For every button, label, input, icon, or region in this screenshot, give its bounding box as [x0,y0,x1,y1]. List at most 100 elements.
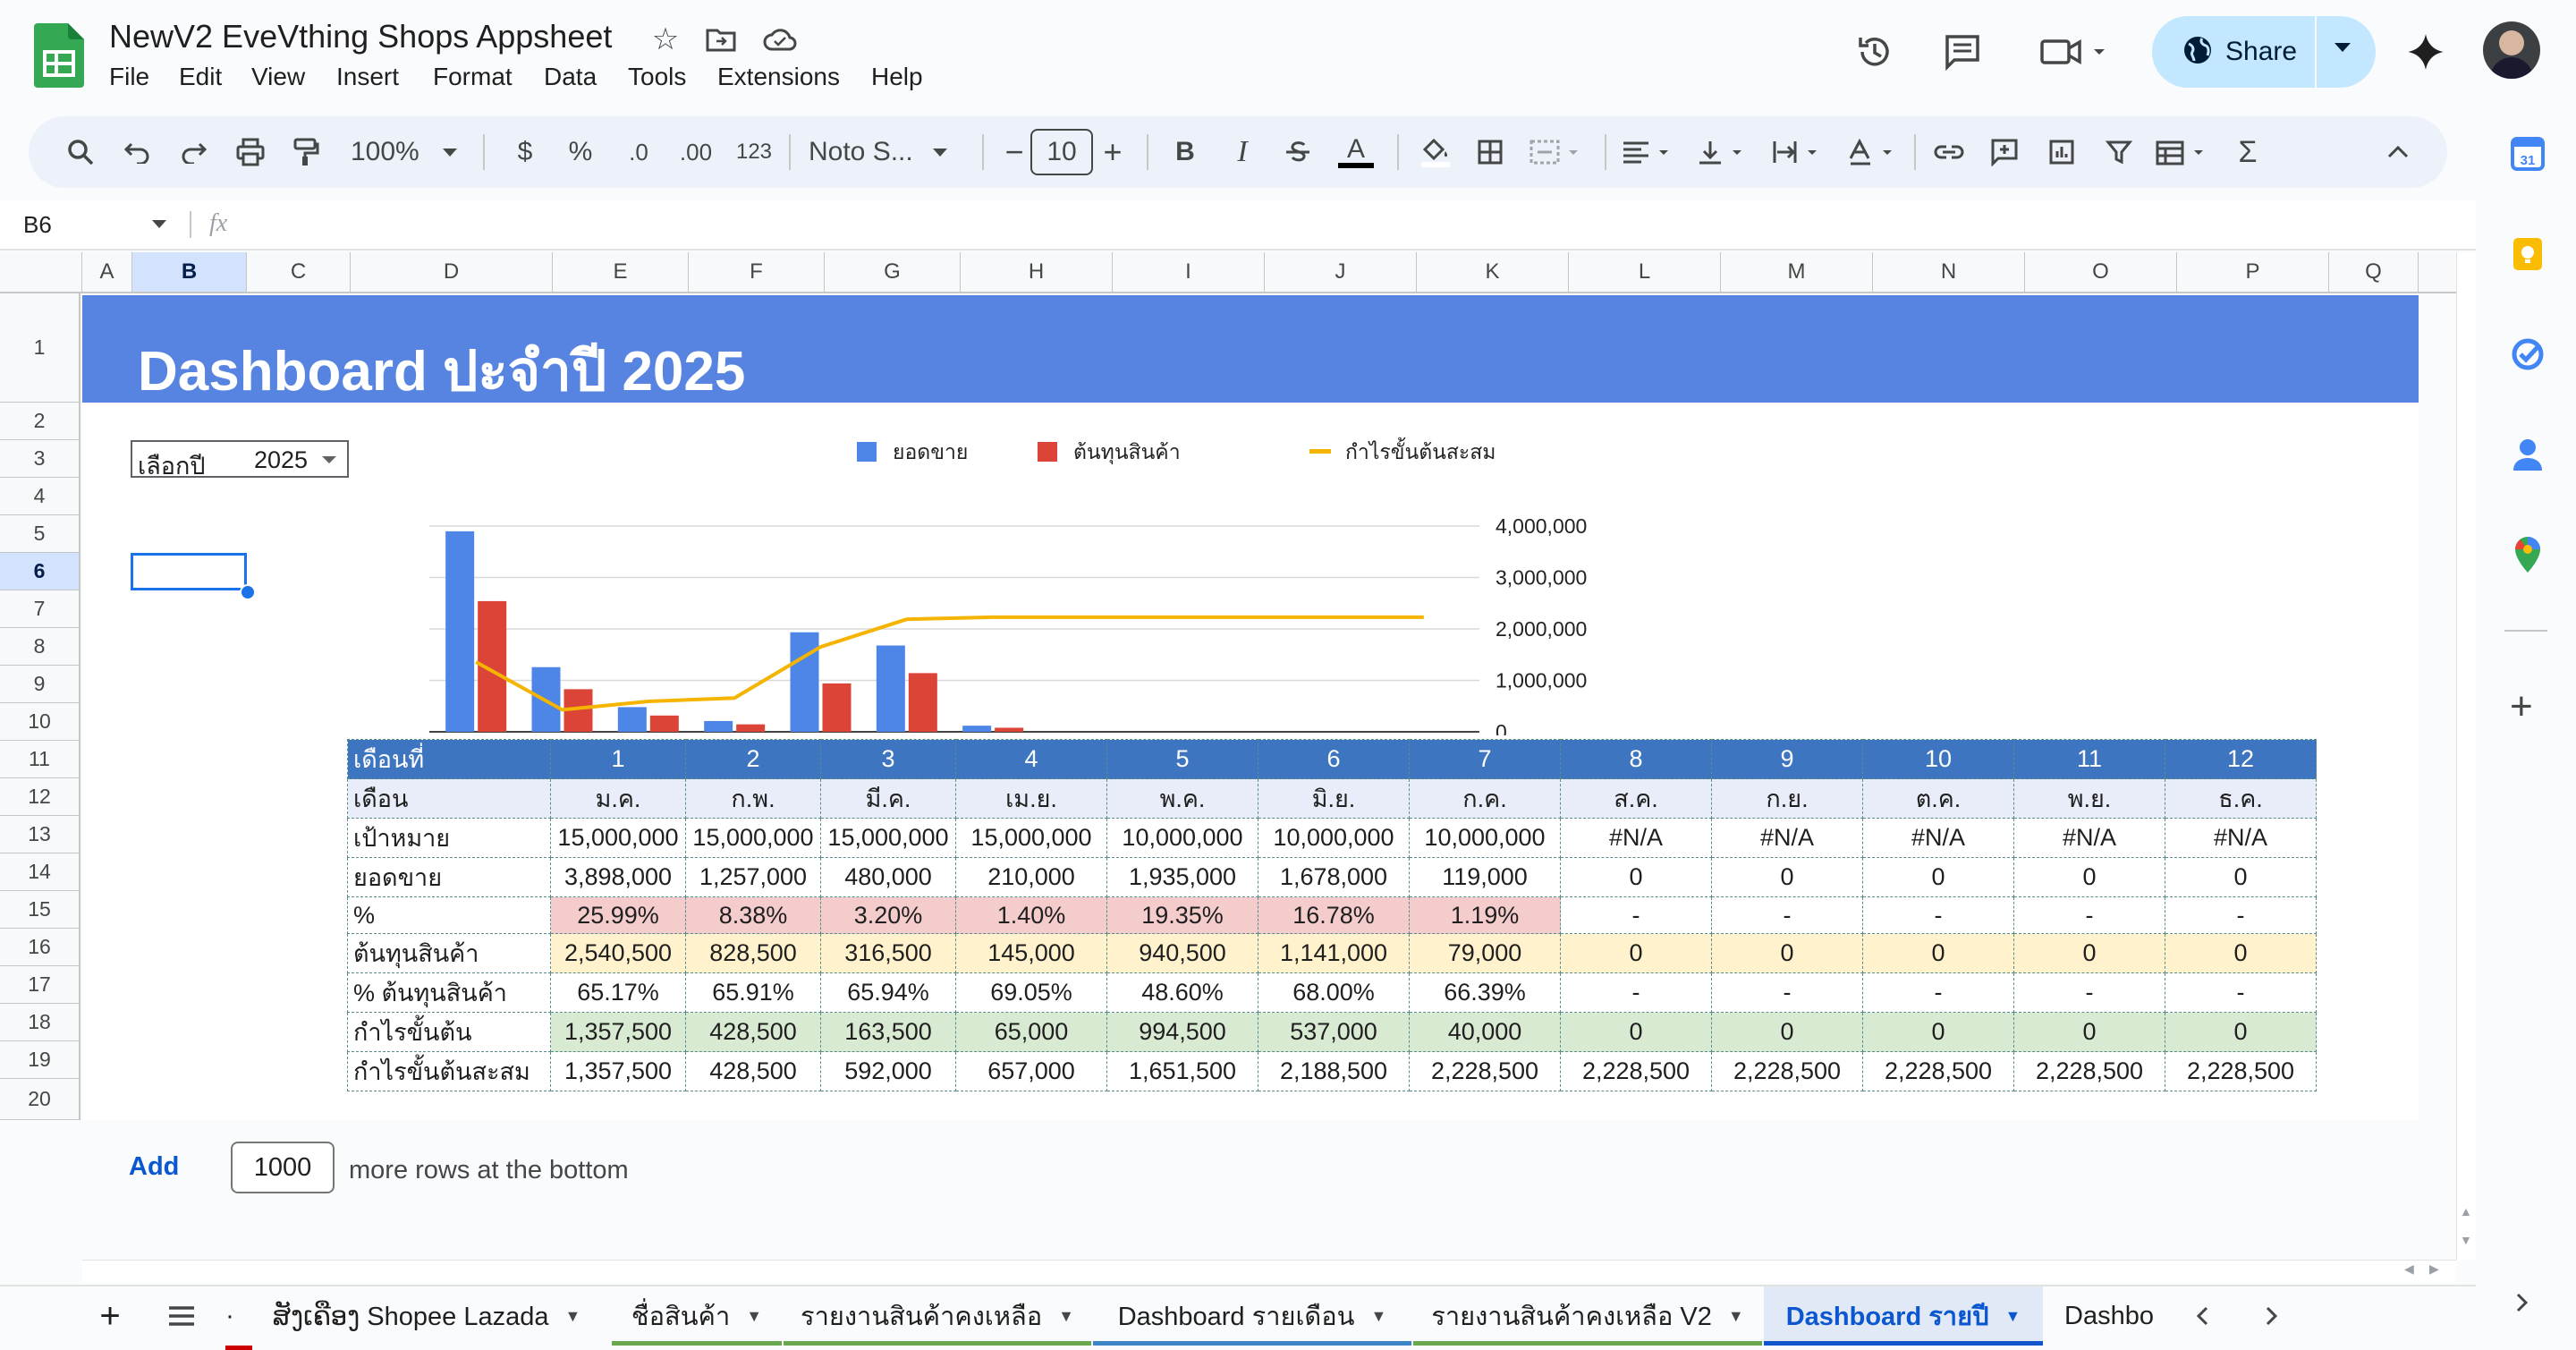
strikethrough-icon[interactable] [1277,116,1318,188]
row-header[interactable]: 5 [0,515,80,553]
share-button[interactable]: Share [2152,16,2376,88]
number-format-button[interactable]: 123 [730,116,778,188]
add-rows-count-input[interactable]: 1000 [231,1142,335,1193]
value-cell[interactable]: 3 [820,739,956,779]
share-dropdown-icon[interactable] [2334,43,2351,52]
column-header[interactable]: L [1569,252,1721,292]
paint-format-icon[interactable] [284,116,327,188]
tab-shopee-lazada[interactable]: ສັງເຄືອງ Shopee Lazada ▼ [252,1286,601,1346]
value-cell[interactable]: - [1560,896,1712,934]
tab-inventory-report[interactable]: รายงานสินค้าคงเหลือ ▼ [784,1286,1091,1346]
value-cell[interactable]: ก.พ. [685,778,821,819]
value-cell[interactable]: 2,540,500 [550,933,686,973]
combo-chart[interactable]: ยอดขาย ต้นทุนสินค้า กำไรขั้นต้นสะสม 4,000,… [340,420,1843,735]
value-cell[interactable]: 592,000 [820,1051,956,1091]
merge-cells-icon[interactable] [1521,116,1592,188]
column-header[interactable]: P [2177,252,2329,292]
value-cell[interactable]: 15,000,000 [955,818,1107,858]
get-addons-icon[interactable]: + [2510,687,2533,726]
increase-decimal-button[interactable]: .00 [669,116,723,188]
value-cell[interactable]: 0 [2013,933,2165,973]
borders-icon[interactable] [1469,116,1512,188]
insert-link-icon[interactable] [1927,116,1971,188]
row-header[interactable]: 16 [0,929,80,966]
value-cell[interactable]: ต.ค. [1862,778,2014,819]
calendar-icon[interactable]: 31 [2510,136,2546,176]
value-cell[interactable]: 537,000 [1258,1012,1410,1052]
value-cell[interactable]: 0 [2165,857,2317,897]
tab-product-names[interactable]: ชื่อสินค้า ▼ [612,1286,782,1346]
value-cell[interactable]: - [1711,972,1863,1013]
row-header[interactable]: 4 [0,478,80,515]
value-cell[interactable]: 2,228,500 [2165,1051,2317,1091]
row-header[interactable]: 19 [0,1041,80,1079]
scroll-right-icon[interactable]: ▶ [2429,1261,2439,1277]
font-size-input[interactable]: 10 [1030,129,1093,175]
column-header[interactable]: Q [2329,252,2419,292]
hide-menus-icon[interactable] [2376,116,2420,188]
row-header[interactable]: 9 [0,666,80,703]
row-header[interactable]: 1 [0,293,80,403]
value-cell[interactable]: เม.ย. [955,778,1107,819]
row-label-cell[interactable]: % ต้นทุนสินค้า [347,972,551,1013]
fill-handle[interactable] [240,584,256,600]
row-header[interactable]: 10 [0,703,80,741]
avatar[interactable] [2483,21,2540,79]
tab-dashboard-monthly[interactable]: Dashboard รายเดือน ▼ [1093,1286,1411,1346]
menu-edit[interactable]: Edit [179,63,222,91]
value-cell[interactable]: มิ.ย. [1258,778,1410,819]
print-icon[interactable] [229,116,272,188]
row-header[interactable]: 17 [0,966,80,1004]
value-cell[interactable]: 210,000 [955,857,1107,897]
percent-format-button[interactable]: % [558,116,603,188]
meet-icon[interactable] [2036,27,2116,77]
decrease-font-size-button[interactable]: − [996,116,1032,188]
scroll-left-icon[interactable]: ◀ [2404,1261,2414,1277]
tab-dashboard-yearly[interactable]: Dashboard รายปี ▼ [1764,1286,2043,1346]
font-select[interactable]: Noto S... [809,116,979,188]
tab-prev-fragment[interactable]: · [224,1286,236,1346]
hide-side-panel-icon[interactable] [2515,1292,2529,1318]
value-cell[interactable]: 428,500 [685,1051,821,1091]
value-cell[interactable]: พ.ย. [2013,778,2165,819]
column-header[interactable]: A [82,252,132,292]
row-header[interactable]: 15 [0,891,80,929]
value-cell[interactable]: 940,500 [1106,933,1258,973]
column-header[interactable]: K [1417,252,1569,292]
value-cell[interactable]: ก.ย. [1711,778,1863,819]
menu-view[interactable]: View [251,63,305,91]
text-color-button[interactable]: A [1333,116,1379,188]
value-cell[interactable]: 65.94% [820,972,956,1013]
row-label-cell[interactable]: ยอดขาย [347,857,551,897]
version-history-icon[interactable] [1850,27,1900,77]
comments-icon[interactable] [1937,27,1987,77]
name-box[interactable]: B6 [23,208,175,242]
value-cell[interactable]: 145,000 [955,933,1107,973]
value-cell[interactable]: 7 [1409,739,1561,779]
value-cell[interactable]: ธ.ค. [2165,778,2317,819]
value-cell[interactable]: 69.05% [955,972,1107,1013]
filter-icon[interactable] [2097,116,2141,188]
value-cell[interactable]: 48.60% [1106,972,1258,1013]
all-sheets-menu-icon[interactable] [161,1286,202,1346]
row-header[interactable]: 13 [0,816,80,853]
tabs-scroll-left-icon[interactable] [2182,1286,2222,1346]
gemini-icon[interactable] [2401,27,2451,77]
document-title[interactable]: NewV2 EveVthing Shops Appsheet [109,18,612,55]
row-label-cell[interactable]: ต้นทุนสินค้า [347,933,551,973]
contacts-icon[interactable] [2512,437,2544,477]
menu-format[interactable]: Format [433,63,513,91]
currency-format-button[interactable]: $ [503,116,547,188]
value-cell[interactable]: 79,000 [1409,933,1561,973]
menu-data[interactable]: Data [544,63,597,91]
value-cell[interactable]: 66.39% [1409,972,1561,1013]
menu-extensions[interactable]: Extensions [717,63,840,91]
value-cell[interactable]: 0 [2165,1012,2317,1052]
value-cell[interactable]: #N/A [2165,818,2317,858]
column-header[interactable]: C [247,252,351,292]
value-cell[interactable]: 10,000,000 [1258,818,1410,858]
value-cell[interactable]: - [2013,896,2165,934]
column-header[interactable]: G [825,252,961,292]
value-cell[interactable]: 0 [1560,1012,1712,1052]
value-cell[interactable]: 1 [550,739,686,779]
